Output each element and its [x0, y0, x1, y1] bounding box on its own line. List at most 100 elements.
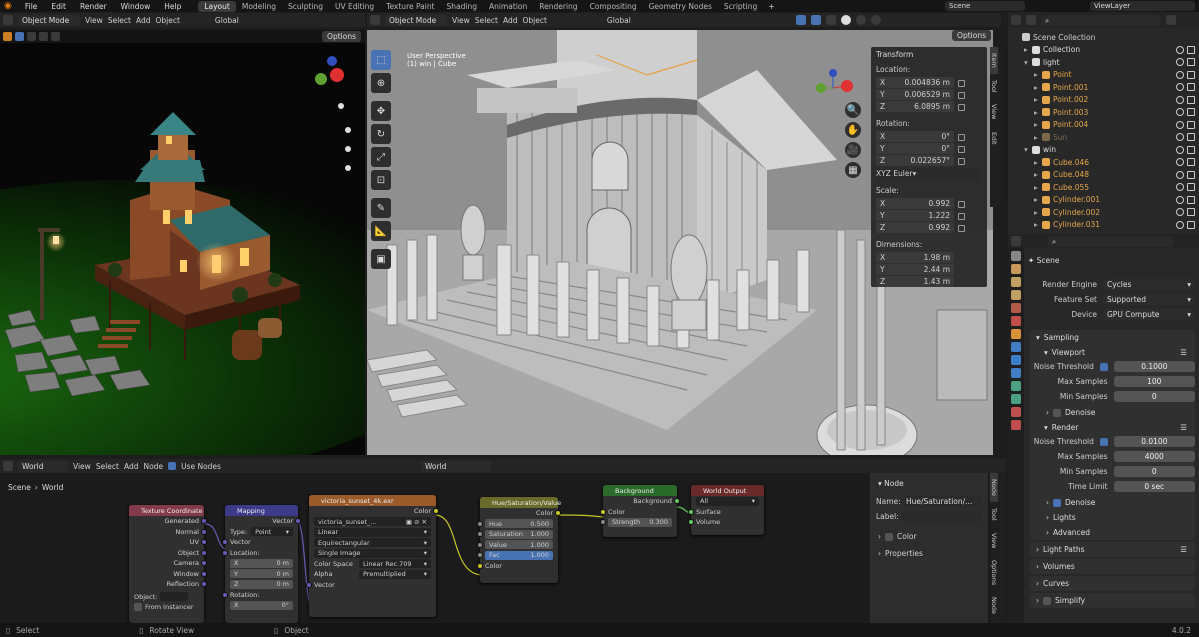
visibility-eye-icon[interactable] — [1176, 183, 1184, 192]
outliner-row[interactable]: ▸ Collection — [1008, 44, 1199, 57]
render-camera-icon[interactable] — [1187, 220, 1195, 229]
r-noise-field[interactable]: 0.0100 — [1113, 436, 1195, 447]
outliner-row[interactable]: Scene Collection — [1008, 31, 1199, 44]
vp-max-field[interactable]: 100 — [1113, 376, 1195, 387]
left-transform-dropdown[interactable]: Global — [215, 16, 239, 25]
texture-coordinate-node[interactable]: Texture Coordinate Generated Normal UV Obje… — [129, 505, 207, 623]
left-mode-dropdown[interactable]: Object Mode — [18, 14, 80, 26]
material-tab-icon[interactable] — [1011, 407, 1021, 417]
outliner-editor-icon[interactable] — [1011, 15, 1021, 25]
expand-arrow-icon[interactable]: ▸ — [1034, 70, 1042, 79]
tab-item[interactable]: Item — [990, 47, 998, 74]
vp-noise-checkbox[interactable] — [1099, 362, 1108, 371]
annotate-tool[interactable]: ✎ — [371, 198, 391, 218]
display-mode-icon[interactable] — [1026, 15, 1036, 25]
color-space-dropdown[interactable]: Linear Rec.709 ▾ — [359, 559, 431, 569]
socket-icon[interactable] — [201, 549, 207, 556]
render-camera-icon[interactable] — [1187, 145, 1195, 154]
node-color-subpanel[interactable]: › Color — [870, 524, 988, 543]
main-options-button[interactable]: Options — [952, 30, 991, 41]
left-menu-object[interactable]: Object — [155, 16, 179, 25]
expand-arrow-icon[interactable]: ▾ — [1024, 58, 1032, 67]
output-tab-icon[interactable] — [1011, 277, 1021, 287]
node-properties-subpanel[interactable]: › Properties — [870, 543, 988, 564]
add-cube-tool[interactable]: ▣ — [371, 249, 391, 269]
tab-uv-editing[interactable]: UV Editing — [329, 1, 380, 12]
visibility-eye-icon[interactable] — [1176, 108, 1184, 117]
rotation-y-field[interactable]: Y 0° — [876, 143, 954, 154]
expand-arrow-icon[interactable]: ▾ — [1024, 145, 1032, 154]
rotation-mode-dropdown[interactable]: XYZ Euler▾ — [876, 169, 980, 180]
tab-node-2[interactable]: Node — [990, 591, 998, 620]
lock-icon[interactable] — [958, 145, 965, 153]
constraints-tab-icon[interactable] — [1011, 381, 1021, 391]
feature-set-dropdown[interactable]: Supported ▾ — [1103, 294, 1195, 305]
expand-arrow-icon[interactable]: ▸ — [1034, 170, 1042, 179]
visibility-eye-icon[interactable] — [1176, 83, 1184, 92]
visibility-eye-icon[interactable] — [1176, 145, 1184, 154]
overlay-toggle-icon[interactable] — [810, 15, 821, 25]
tab-sculpting[interactable]: Sculpting — [282, 1, 329, 12]
outliner-row[interactable]: ▸ Point.004 — [1008, 119, 1199, 132]
dimension-x-field[interactable]: X 1.98 m — [876, 252, 954, 263]
render-engine-dropdown[interactable]: Cycles ▾ — [1103, 279, 1195, 290]
render-camera-icon[interactable] — [1187, 183, 1195, 192]
tab-modeling[interactable]: Modeling — [236, 1, 282, 12]
background-node[interactable]: Background Background Color Strength 0.30… — [600, 485, 680, 537]
hue-saturation-value-node[interactable]: Hue/Saturation/Value Color Hue 0.500 Satu… — [477, 497, 561, 583]
editor-type-icon[interactable] — [3, 15, 13, 25]
main-menu-add[interactable]: Add — [503, 16, 518, 25]
menu-file[interactable]: File — [18, 2, 45, 11]
visibility-eye-icon[interactable] — [1176, 195, 1184, 204]
rendered-viewport[interactable] — [0, 30, 365, 455]
render-camera-icon[interactable] — [1187, 133, 1195, 142]
render-subpanel-header[interactable]: ▾ Render ☰ — [1030, 420, 1195, 435]
view-layer-selector[interactable]: ViewLayer — [1090, 1, 1195, 11]
visibility-eye-icon[interactable] — [1176, 158, 1184, 167]
texcoord-object-field[interactable] — [160, 592, 189, 602]
visibility-eye-icon[interactable] — [1176, 120, 1184, 129]
visibility-eye-icon[interactable] — [1176, 220, 1184, 229]
volumes-panel[interactable]: › Volumes — [1030, 559, 1195, 574]
outliner-row[interactable]: ▸ Cube.048 — [1008, 169, 1199, 182]
outliner-row[interactable]: ▸ Cube.046 — [1008, 156, 1199, 169]
left-options-button[interactable]: Options — [322, 30, 361, 42]
particles-tab-icon[interactable] — [1011, 355, 1021, 365]
preset-list-icon[interactable]: ☰ — [1180, 348, 1187, 357]
loc-y-field[interactable]: Y0 m — [230, 569, 293, 579]
visibility-eye-icon[interactable] — [1176, 208, 1184, 217]
scale-tool[interactable]: ⤢ — [371, 147, 391, 167]
dimension-z-field[interactable]: Z 1.43 m — [876, 276, 954, 287]
render-camera-icon[interactable] — [1187, 195, 1195, 204]
mode-invert-icon[interactable] — [51, 31, 60, 41]
envtex-proj-dropdown[interactable]: Equirectangular ▾ — [314, 538, 431, 548]
main-menu-select[interactable]: Select — [475, 16, 498, 25]
outliner-row[interactable]: ▸ Cylinder.031 — [1008, 219, 1199, 232]
outliner-search-input[interactable]: ⌕ — [1041, 14, 1161, 26]
expand-arrow-icon[interactable]: ▸ — [1034, 108, 1042, 117]
visibility-eye-icon[interactable] — [1176, 95, 1184, 104]
render-camera-icon[interactable] — [1187, 45, 1195, 54]
tool-tab-icon[interactable] — [1011, 251, 1021, 261]
main-mode-dropdown[interactable]: Object Mode — [385, 14, 447, 26]
tab-shading[interactable]: Shading — [441, 1, 483, 12]
tab-layout[interactable]: Layout — [198, 0, 236, 12]
menu-edit[interactable]: Edit — [44, 2, 73, 11]
lights-header[interactable]: › Lights — [1030, 510, 1195, 525]
main-menu-view[interactable]: View — [452, 16, 470, 25]
mapping-type-dropdown[interactable]: Point ▾ — [251, 527, 293, 537]
visibility-eye-icon[interactable] — [1176, 170, 1184, 179]
node-label-field[interactable] — [902, 511, 982, 522]
physics-tab-icon[interactable] — [1011, 368, 1021, 378]
tab-edit[interactable]: Edit — [990, 126, 998, 151]
outliner-row[interactable]: ▸ Point.003 — [1008, 106, 1199, 119]
lock-icon[interactable] — [958, 103, 965, 111]
envtex-image-field[interactable]: victoria_sunset_... ▣ ⊘ ✕ — [314, 517, 431, 527]
lock-icon[interactable] — [958, 212, 965, 220]
vp-noise-field[interactable]: 0.1000 — [1113, 361, 1195, 372]
node-menu-node[interactable]: Node — [143, 462, 163, 471]
lock-icon[interactable] — [958, 79, 965, 87]
menu-help[interactable]: Help — [157, 2, 188, 11]
expand-arrow-icon[interactable]: ▸ — [1034, 95, 1042, 104]
render-tab-icon[interactable] — [1011, 264, 1021, 274]
